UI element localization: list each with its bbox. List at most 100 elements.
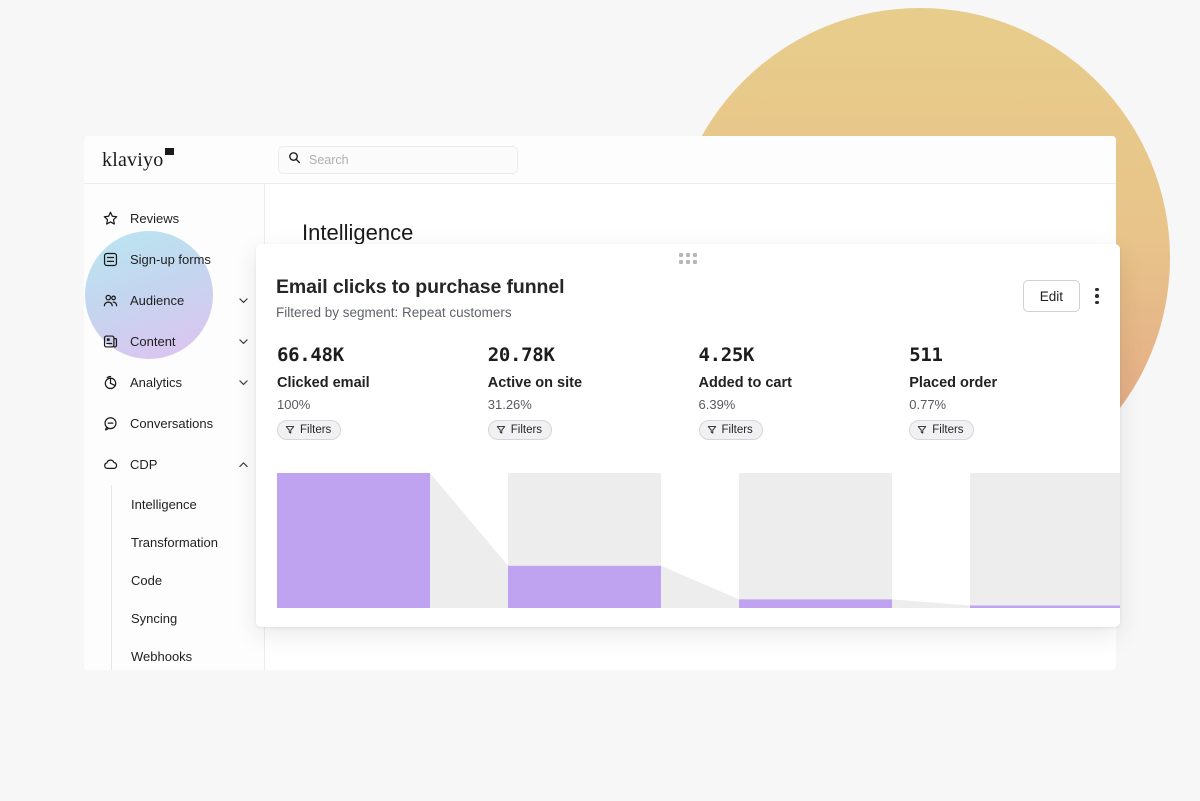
chat-icon — [102, 415, 119, 432]
sidebar-item-audience[interactable]: Audience — [84, 280, 264, 321]
kebab-dot — [1095, 287, 1099, 292]
card-subtitle: Filtered by segment: Repeat customers — [276, 305, 512, 320]
funnel-step-added-to-cart: 4.25K Added to cart 6.39% Filters — [698, 344, 910, 440]
people-icon — [102, 292, 119, 309]
funnel-bar[interactable] — [277, 473, 430, 608]
funnel-bar[interactable] — [739, 599, 892, 608]
metric-percent: 100% — [277, 397, 311, 412]
search-wrap — [278, 145, 518, 174]
brand-area: klaviyo — [84, 147, 265, 172]
sidebar-subitem-label: Webhooks — [131, 648, 193, 664]
funnel-connector — [892, 599, 970, 608]
card-title: Email clicks to purchase funnel — [276, 276, 565, 298]
form-icon — [102, 251, 119, 268]
logo-mark-icon — [165, 147, 175, 155]
drag-dot — [686, 260, 690, 264]
kebab-dot — [1095, 294, 1099, 298]
sidebar-item-label: Conversations — [130, 416, 214, 431]
funnel-bar-track — [970, 473, 1120, 608]
drag-dot — [693, 253, 697, 257]
card-actions: Edit — [1022, 276, 1120, 320]
sidebar-item-label: Analytics — [130, 375, 183, 390]
edit-button[interactable]: Edit — [1022, 280, 1080, 312]
sidebar-item-label: Reviews — [130, 211, 180, 226]
sidebar-item-label: CDP — [130, 457, 158, 472]
funnel-metrics-row: 66.48K Clicked email 100% Filters 20.78K… — [256, 320, 1120, 440]
card-header-text: Email clicks to purchase funnel Filtered… — [276, 276, 1023, 320]
funnel-bar[interactable] — [970, 605, 1120, 609]
funnel-step-placed-order: 511 Placed order 0.77% Filters — [909, 344, 1120, 440]
topbar: klaviyo — [84, 136, 1116, 184]
metric-percent: 31.26% — [487, 397, 532, 412]
sidebar-subitem-label: Transformation — [131, 534, 218, 550]
sidebar-item-analytics[interactable]: Analytics — [84, 362, 264, 403]
funnel-connector — [430, 473, 508, 608]
sidebar-item-sign-up-forms[interactable]: Sign-up forms — [84, 239, 264, 280]
sidebar-subitem-code[interactable]: Code — [112, 561, 264, 599]
metric-label: Active on site — [487, 375, 583, 391]
funnel-bar-track — [739, 473, 892, 608]
metric-percent: 0.77% — [909, 397, 947, 412]
cdp-submenu: Intelligence Transformation Code Syncing — [111, 485, 264, 670]
drag-handle-icon[interactable] — [679, 253, 697, 264]
funnel-chart — [277, 473, 1120, 608]
drag-dot — [679, 253, 683, 257]
sidebar-subitem-label: Code — [131, 572, 163, 588]
metric-value: 4.25K — [698, 344, 755, 366]
sidebar-item-label: Content — [130, 334, 176, 349]
funnel-card: Email clicks to purchase funnel Filtered… — [256, 244, 1120, 627]
page-title: Intelligence — [302, 220, 414, 245]
filters-button[interactable]: Filters — [277, 420, 342, 440]
metric-percent: 6.39% — [698, 397, 736, 412]
sidebar-subitem-label: Intelligence — [131, 496, 197, 512]
screenshot-stage: klaviyo Search Reviews Sign-up forms Aud… — [0, 0, 1200, 801]
content-icon — [102, 333, 119, 350]
filters-label: Filters — [932, 424, 964, 436]
sidebar-item-cdp[interactable]: CDP — [84, 444, 264, 485]
search-box[interactable] — [278, 145, 518, 174]
metric-value: 66.48K — [277, 344, 344, 366]
funnel-step-active-on-site: 20.78K Active on site 31.26% Filters — [487, 344, 699, 440]
sidebar-subitem-webhooks[interactable]: Webhooks — [112, 637, 264, 670]
drag-dot — [693, 260, 697, 264]
kebab-dot — [1095, 300, 1099, 305]
chevron-up-icon[interactable] — [237, 458, 250, 471]
sidebar-subitem-label: Syncing — [131, 610, 178, 626]
sidebar-subitem-intelligence[interactable]: Intelligence — [112, 485, 264, 523]
cloud-icon — [102, 456, 119, 473]
filters-button[interactable]: Filters — [487, 420, 553, 440]
more-options-icon[interactable] — [1084, 280, 1110, 312]
funnel-connector — [661, 565, 739, 608]
filters-label: Filters — [510, 424, 543, 436]
drag-dot — [686, 253, 690, 257]
filters-button[interactable]: Filters — [909, 420, 974, 440]
chevron-down-icon[interactable] — [237, 294, 250, 307]
filters-label: Filters — [300, 424, 332, 436]
sidebar-item-content[interactable]: Content — [84, 321, 264, 362]
funnel-filter-icon — [707, 425, 717, 435]
sidebar-item-conversations[interactable]: Conversations — [84, 403, 264, 444]
search-input[interactable] — [309, 152, 499, 167]
metric-label: Placed order — [909, 375, 998, 391]
metric-label: Clicked email — [277, 375, 370, 391]
star-icon — [102, 210, 119, 227]
filters-label: Filters — [721, 424, 753, 436]
sidebar-subitem-syncing[interactable]: Syncing — [112, 599, 264, 637]
funnel-filter-icon — [917, 425, 927, 435]
funnel-step-clicked-email: 66.48K Clicked email 100% Filters — [277, 344, 488, 440]
filters-button[interactable]: Filters — [698, 420, 763, 440]
chevron-down-icon[interactable] — [237, 335, 250, 348]
logo-wordmark: klaviyo — [102, 148, 164, 171]
funnel-bar[interactable] — [508, 565, 661, 608]
sidebar-item-reviews[interactable]: Reviews — [84, 198, 264, 239]
funnel-filter-icon — [285, 425, 295, 435]
sidebar-nav-list: Reviews Sign-up forms Audience Content A… — [84, 198, 264, 670]
sidebar-item-label: Audience — [130, 293, 185, 308]
sidebar: Reviews Sign-up forms Audience Content A… — [84, 184, 265, 670]
drag-dot — [679, 260, 683, 264]
funnel-filter-icon — [496, 425, 506, 435]
klaviyo-logo[interactable]: klaviyo — [102, 147, 175, 172]
chevron-down-icon[interactable] — [237, 376, 250, 389]
sidebar-subitem-transformation[interactable]: Transformation — [112, 523, 264, 561]
metric-value: 511 — [909, 344, 943, 366]
